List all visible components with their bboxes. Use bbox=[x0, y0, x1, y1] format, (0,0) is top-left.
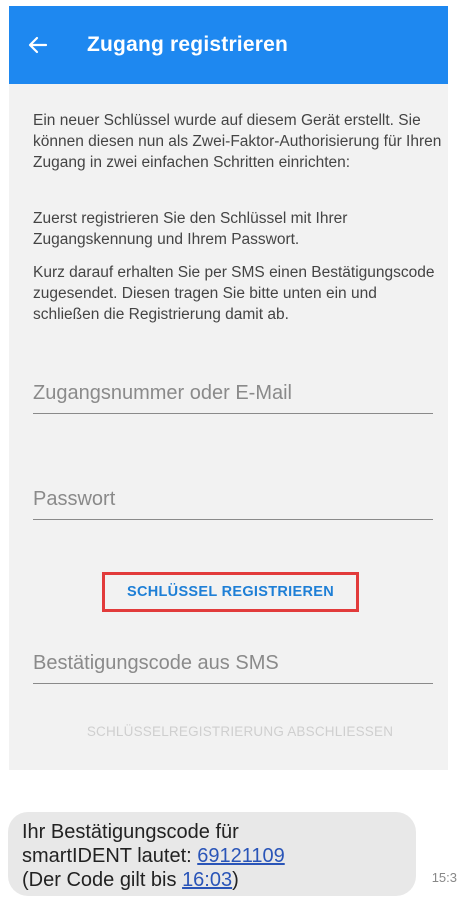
sms-line-3-suffix: ) bbox=[232, 869, 239, 891]
arrow-left-icon bbox=[28, 36, 48, 54]
page-title: Zugang registrieren bbox=[87, 33, 289, 56]
sms-timestamp: 15:3 bbox=[431, 870, 457, 885]
account-input[interactable] bbox=[33, 382, 433, 413]
sms-line-1: Ihr Bestätigungscode für bbox=[22, 821, 239, 843]
account-underline bbox=[33, 413, 433, 414]
back-button[interactable] bbox=[25, 32, 51, 58]
intro-paragraph-3: Kurz darauf erhalten Sie per SMS einen B… bbox=[33, 264, 435, 323]
intro-paragraph-1: Ein neuer Schlüssel wurde auf diesem Ger… bbox=[33, 112, 442, 171]
sms-text: Ihr Bestätigungscode für smartIDENT laut… bbox=[22, 820, 285, 892]
register-key-button[interactable]: SCHLÜSSEL REGISTRIEREN bbox=[102, 572, 359, 612]
registration-panel: Ein neuer Schlüssel wurde auf diesem Ger… bbox=[9, 84, 448, 770]
account-field bbox=[33, 382, 433, 414]
finish-registration-button[interactable]: SCHLÜSSELREGISTRIERUNG ABSCHLIESSEN bbox=[45, 724, 435, 739]
sms-line-2: smartIDENT lautet: 69121109 bbox=[22, 844, 285, 868]
sms-code-link[interactable]: 69121109 bbox=[197, 845, 285, 867]
app-bar: Zugang registrieren bbox=[9, 6, 448, 84]
sms-message-bubble: Ihr Bestätigungscode für smartIDENT laut… bbox=[8, 812, 416, 896]
password-input[interactable] bbox=[33, 488, 433, 519]
code-field bbox=[33, 652, 433, 684]
password-field bbox=[33, 488, 433, 520]
sms-line-2-prefix: smartIDENT lautet: bbox=[22, 845, 198, 867]
sms-line-3-prefix: (Der Code gilt bis bbox=[22, 869, 183, 891]
sms-valid-until-link[interactable]: 16:03 bbox=[182, 869, 232, 891]
sms-line-3: (Der Code gilt bis 16:03) bbox=[22, 868, 285, 892]
password-underline bbox=[33, 519, 433, 520]
sms-code-input[interactable] bbox=[33, 652, 433, 683]
intro-paragraph-2: Zuerst registrieren Sie den Schlüssel mi… bbox=[33, 210, 348, 248]
code-underline bbox=[33, 683, 433, 684]
